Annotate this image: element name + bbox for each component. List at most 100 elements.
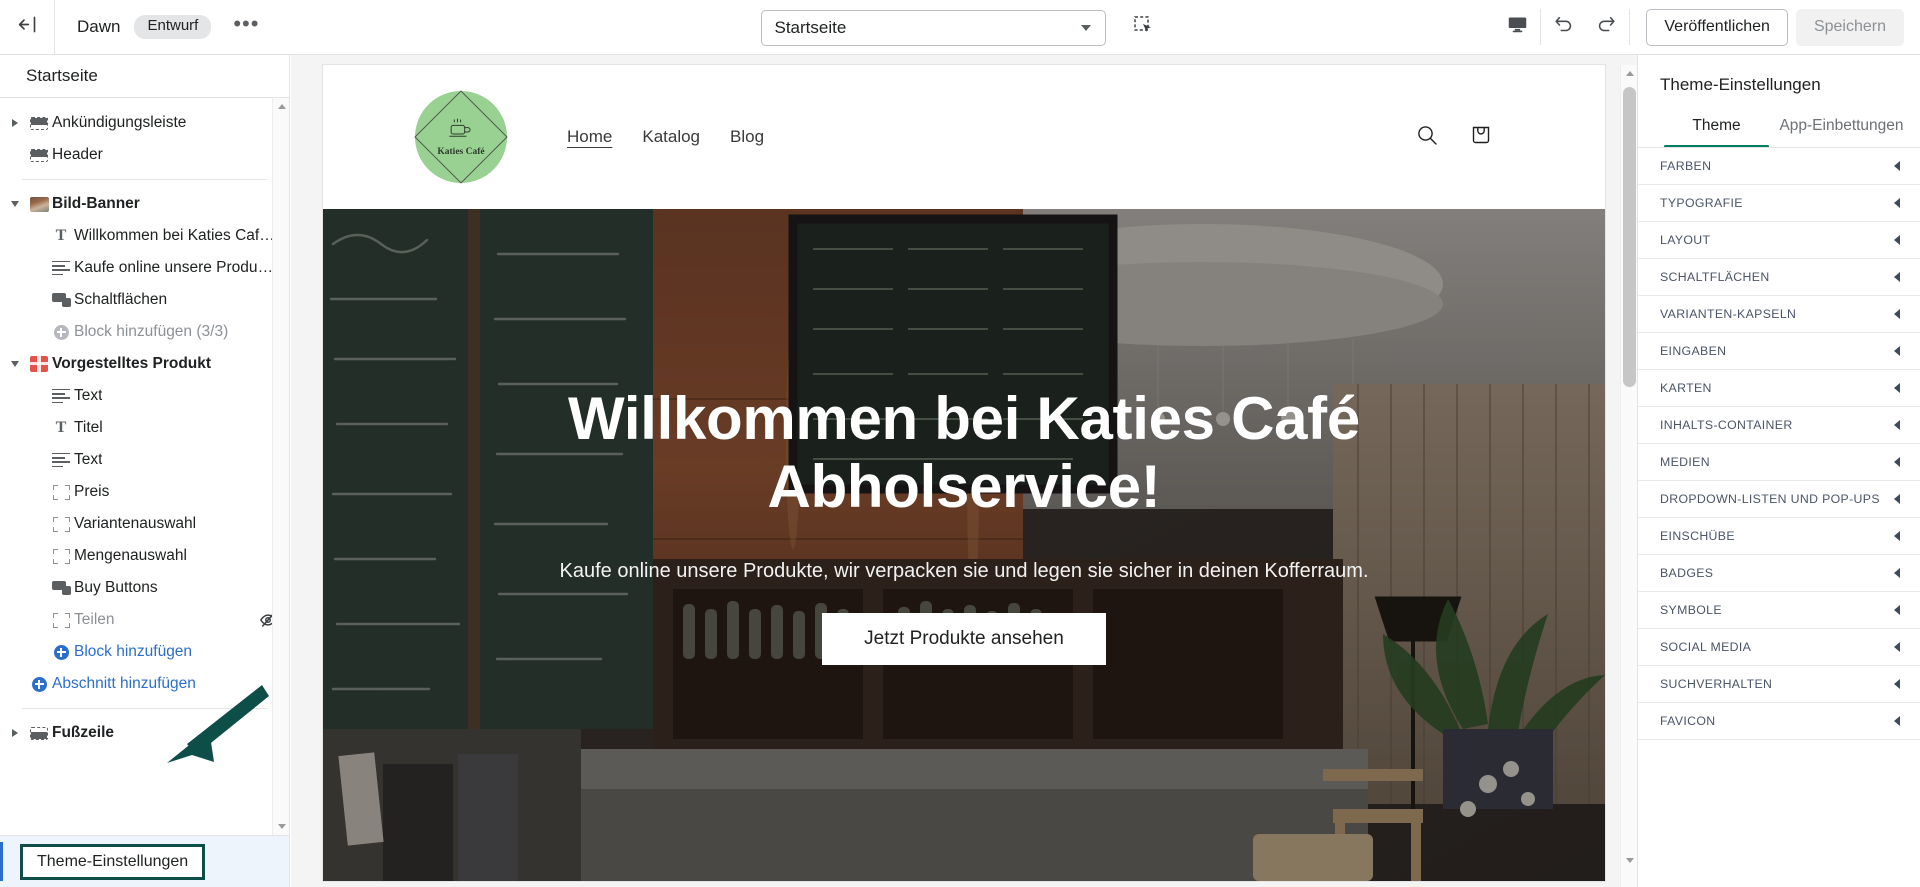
chevron-down-icon[interactable] <box>4 201 26 207</box>
section-header-icon <box>30 148 48 162</box>
settings-group-inhalts-container[interactable]: INHALTS-CONTAINER <box>1638 407 1920 444</box>
tree-item-fußzeile[interactable]: Fußzeile <box>0 717 289 749</box>
preview-scroll-thumb[interactable] <box>1623 87 1636 387</box>
chevron-left-icon <box>1894 383 1900 393</box>
tree-item-mengenauswahl[interactable]: Mengenauswahl <box>0 540 289 572</box>
tree-item-text[interactable]: Text <box>0 380 289 412</box>
save-button[interactable]: Speichern <box>1795 8 1904 46</box>
tree-item-kaufe-online-unsere-produkte[interactable]: Kaufe online unsere Produkte... <box>0 252 289 284</box>
settings-group-varianten-kapseln[interactable]: VARIANTEN-KAPSELN <box>1638 296 1920 333</box>
tree-item-label: Text <box>74 387 103 404</box>
settings-group-social-media[interactable]: SOCIAL MEDIA <box>1638 629 1920 666</box>
more-options-button[interactable]: ••• <box>225 13 267 35</box>
tab-app-einbettungen[interactable]: App-Einbettungen <box>1779 109 1904 148</box>
tree-item-icon <box>26 726 52 740</box>
settings-group-favicon[interactable]: FAVICON <box>1638 703 1920 740</box>
preview-scroll-down-icon[interactable] <box>1621 852 1638 869</box>
chevron-down-icon[interactable] <box>4 361 26 367</box>
settings-group-label: DROPDOWN-LISTEN UND POP-UPS <box>1660 492 1880 506</box>
chevron-left-icon <box>1894 716 1900 726</box>
hero-heading: Willkommen bei Katies Café Abholservice! <box>568 384 1360 520</box>
tree-item-icon <box>48 324 74 340</box>
scroll-up-arrow-icon[interactable] <box>273 98 289 115</box>
heading-T-icon: T <box>55 227 67 244</box>
settings-group-typografie[interactable]: TYPOGRAFIE <box>1638 185 1920 222</box>
settings-group-label: SOCIAL MEDIA <box>1660 640 1752 654</box>
tree-item-label: Block hinzufügen (3/3) <box>74 323 229 340</box>
nav-link-katalog[interactable]: Katalog <box>642 127 700 147</box>
tree-item-label: Header <box>52 146 103 163</box>
tree-item-titel[interactable]: T Titel <box>0 412 289 444</box>
theme-settings-button[interactable]: Theme-Einstellungen <box>20 843 206 880</box>
tree-item-teilen[interactable]: Teilen <box>0 604 289 636</box>
tree-item-block-hinzufügen-3-3[interactable]: Block hinzufügen (3/3) <box>0 316 289 348</box>
undo-button[interactable] <box>1543 6 1585 48</box>
tree-item-icon <box>48 484 74 500</box>
tree-item-block-hinzufügen[interactable]: Block hinzufügen <box>0 636 289 668</box>
redo-button[interactable] <box>1585 6 1627 48</box>
tree-item-vorgestelltes-produkt[interactable]: Vorgestelltes Produkt <box>0 348 289 380</box>
settings-group-schaltflächen[interactable]: SCHALTFLÄCHEN <box>1638 259 1920 296</box>
nav-link-home[interactable]: Home <box>567 127 612 147</box>
tree-item-icon <box>48 452 74 468</box>
text-lines-icon <box>52 452 70 468</box>
topbar-actions: Veröffentlichen Speichern <box>1496 0 1920 55</box>
tree-item-label: Preis <box>74 483 110 500</box>
shopping-bag-icon[interactable] <box>1469 123 1493 152</box>
tree-item-ankündigungsleiste[interactable]: Ankündigungsleiste <box>0 107 289 139</box>
toolbar-divider <box>1540 9 1542 45</box>
settings-group-farben[interactable]: FARBEN <box>1638 148 1920 185</box>
scroll-down-arrow-icon[interactable] <box>273 818 289 835</box>
tree-item-schaltflächen[interactable]: Schaltflächen <box>0 284 289 316</box>
preview-scroll-up-icon[interactable] <box>1621 65 1638 82</box>
settings-group-label: KARTEN <box>1660 381 1712 395</box>
tree-item-text[interactable]: Text <box>0 444 289 476</box>
preview-scrollbar[interactable] <box>1620 65 1637 887</box>
settings-group-medien[interactable]: MEDIEN <box>1638 444 1920 481</box>
store-logo[interactable]: Katies Café <box>414 90 508 184</box>
tree-item-preis[interactable]: Preis <box>0 476 289 508</box>
coffee-cup-icon <box>448 118 475 145</box>
settings-group-symbole[interactable]: SYMBOLE <box>1638 592 1920 629</box>
device-preview-button[interactable] <box>1496 6 1538 48</box>
tree-item-variantenauswahl[interactable]: Variantenauswahl <box>0 508 289 540</box>
tree-item-willkommen-bei-katies-caf[interactable]: T Willkommen bei Katies Café ... <box>0 220 289 252</box>
tree-item-bild-banner[interactable]: Bild-Banner <box>0 188 289 220</box>
tree-item-header[interactable]: Header <box>0 139 289 171</box>
settings-group-dropdown-listen-und-pop-ups[interactable]: DROPDOWN-LISTEN UND POP-UPS <box>1638 481 1920 518</box>
select-tool-button[interactable] <box>1126 11 1160 45</box>
chevron-right-icon[interactable] <box>4 729 26 737</box>
settings-group-label: INHALTS-CONTAINER <box>1660 418 1793 432</box>
page-selector[interactable]: Startseite <box>760 9 1106 46</box>
gift-icon <box>30 356 48 372</box>
tree-item-icon <box>48 260 74 276</box>
settings-group-badges[interactable]: BADGES <box>1638 555 1920 592</box>
tree-item-icon <box>26 196 52 212</box>
exit-editor-button[interactable] <box>0 0 55 55</box>
settings-group-eingaben[interactable]: EINGABEN <box>1638 333 1920 370</box>
tree-item-label: Bild-Banner <box>52 195 140 212</box>
settings-group-einschübe[interactable]: EINSCHÜBE <box>1638 518 1920 555</box>
heading-T-icon: T <box>55 419 67 436</box>
top-toolbar: Dawn Entwurf ••• Startseite Veröffentlic… <box>0 0 1920 55</box>
exit-left-icon <box>17 14 38 40</box>
tab-theme[interactable]: Theme <box>1654 109 1779 148</box>
chevron-left-icon <box>1894 568 1900 578</box>
hero-cta-button[interactable]: Jetzt Produkte ansehen <box>822 613 1106 666</box>
search-icon[interactable] <box>1415 123 1439 152</box>
publish-button[interactable]: Veröffentlichen <box>1646 8 1788 46</box>
hero-content: Willkommen bei Katies Café Abholservice!… <box>323 209 1605 881</box>
settings-group-karten[interactable]: KARTEN <box>1638 370 1920 407</box>
settings-group-layout[interactable]: LAYOUT <box>1638 222 1920 259</box>
store-preview-pane: Katies Café Home Katalog Blog Willkommen… <box>291 55 1637 887</box>
tree-item-icon <box>48 612 74 628</box>
tree-item-abschnitt-hinzufügen[interactable]: Abschnitt hinzufügen <box>0 668 289 700</box>
nav-link-blog[interactable]: Blog <box>730 127 764 147</box>
settings-group-suchverhalten[interactable]: SUCHVERHALTEN <box>1638 666 1920 703</box>
panel-title: Theme-Einstellungen <box>1660 75 1821 94</box>
chevron-right-icon[interactable] <box>4 119 26 127</box>
tree-item-buy-buttons[interactable]: Buy Buttons <box>0 572 289 604</box>
chevron-left-icon <box>1894 642 1900 652</box>
settings-group-label: MEDIEN <box>1660 455 1710 469</box>
sidebar-scrollbar[interactable] <box>272 98 289 835</box>
